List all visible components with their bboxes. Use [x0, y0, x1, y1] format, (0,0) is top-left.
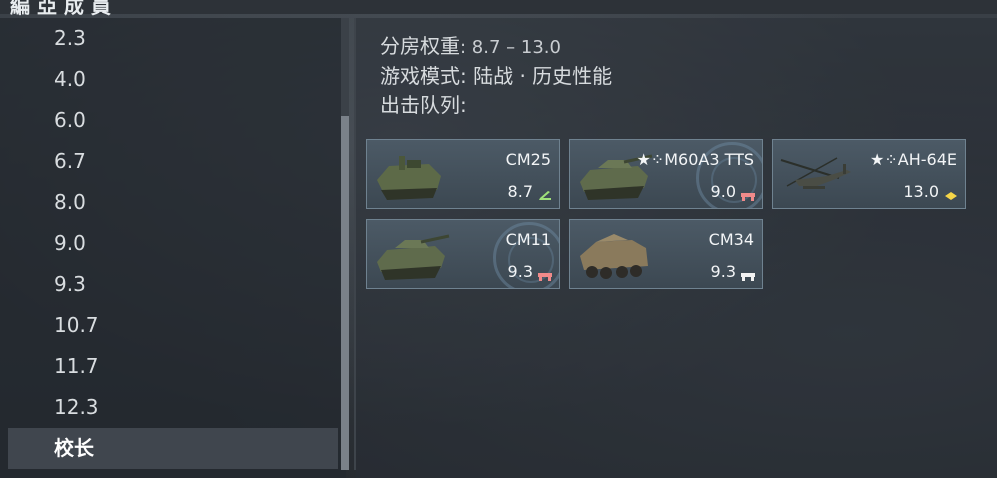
- vehicle-name-text: AH-64E: [897, 150, 957, 169]
- premium-star-icon: ★⁘: [870, 150, 898, 169]
- vehicle-br: 9.3: [710, 262, 736, 281]
- vehicle-name: CM25: [506, 150, 551, 169]
- scroll-thumb[interactable]: [341, 116, 349, 470]
- lineup-label: 出击队列: [380, 93, 460, 117]
- rank-item[interactable]: 校长: [8, 428, 338, 469]
- vehicle-silhouette: [371, 226, 451, 284]
- vehicle-name: ★⁘M60A3 TTS: [636, 150, 754, 169]
- vehicle-silhouette: [777, 146, 857, 204]
- vehicle-name-text: M60A3 TTS: [664, 150, 754, 169]
- vehicle-name-text: CM34: [708, 230, 754, 249]
- rank-item[interactable]: 10.7: [8, 305, 338, 346]
- rank-item[interactable]: 6.0: [8, 100, 338, 141]
- rank-item[interactable]: 9.3: [8, 264, 338, 305]
- mode-value: 陆战 · 历史性能: [473, 64, 613, 88]
- vehicle-card[interactable]: CM25 8.7: [366, 139, 560, 209]
- light-vehicle-icon: [741, 266, 755, 281]
- rank-item[interactable]: 2.3: [8, 18, 338, 59]
- br-value: 8.7 – 13.0: [471, 37, 561, 58]
- mode-label: 游戏模式: [380, 64, 460, 88]
- lineup-info: 分房权重: 8.7 – 13.0 游戏模式: 陆战 · 历史性能 出击队列:: [380, 32, 612, 120]
- rank-item[interactable]: 11.7: [8, 346, 338, 387]
- rank-item[interactable]: 6.7: [8, 141, 338, 182]
- vehicle-name: CM11: [506, 230, 551, 249]
- mode-row: 游戏模式: 陆战 · 历史性能: [380, 64, 613, 88]
- premium-star-icon: ★⁘: [636, 150, 665, 169]
- rank-item[interactable]: 9.0: [8, 223, 338, 264]
- tank-icon: [741, 186, 755, 201]
- rank-scrollbar[interactable]: [341, 18, 349, 470]
- vehicle-card[interactable]: ★⁘M60A3 TTS 9.0: [569, 139, 763, 209]
- br-label: 分房权重: [380, 34, 460, 58]
- vehicle-name-text: CM25: [505, 150, 551, 169]
- vehicle-br: 13.0: [903, 182, 939, 201]
- vehicle-name: CM34: [709, 230, 754, 249]
- spaa-icon: [538, 186, 552, 200]
- vehicle-card[interactable]: ★⁘AH-64E 13.0: [772, 139, 966, 209]
- rank-item[interactable]: 12.3: [8, 387, 338, 428]
- lineup-row: 出击队列:: [380, 93, 467, 117]
- vehicle-silhouette: [371, 146, 451, 204]
- tank-icon: [538, 266, 552, 281]
- window-title: 編 亞 成 員: [10, 0, 111, 18]
- vehicle-br: 8.7: [507, 182, 533, 201]
- top-strip: 編 亞 成 員: [0, 0, 997, 18]
- vehicle-silhouette: [574, 226, 654, 284]
- rank-item[interactable]: 8.0: [8, 182, 338, 223]
- br-row: 分房权重: 8.7 – 13.0: [380, 34, 561, 58]
- vehicle-name: ★⁘AH-64E: [870, 150, 957, 169]
- rank-item[interactable]: 4.0: [8, 59, 338, 100]
- vehicle-name-text: CM11: [505, 230, 551, 249]
- vehicle-br: 9.3: [507, 262, 533, 281]
- vehicle-card[interactable]: CM34 9.3: [569, 219, 763, 289]
- helicopter-icon: [944, 186, 958, 200]
- rank-list: 2.3 4.0 6.0 6.7 8.0 9.0 9.3 10.7 11.7 12.3 校长: [8, 18, 338, 469]
- vehicle-br: 9.0: [710, 182, 736, 201]
- vehicle-card[interactable]: CM11 9.3: [366, 219, 560, 289]
